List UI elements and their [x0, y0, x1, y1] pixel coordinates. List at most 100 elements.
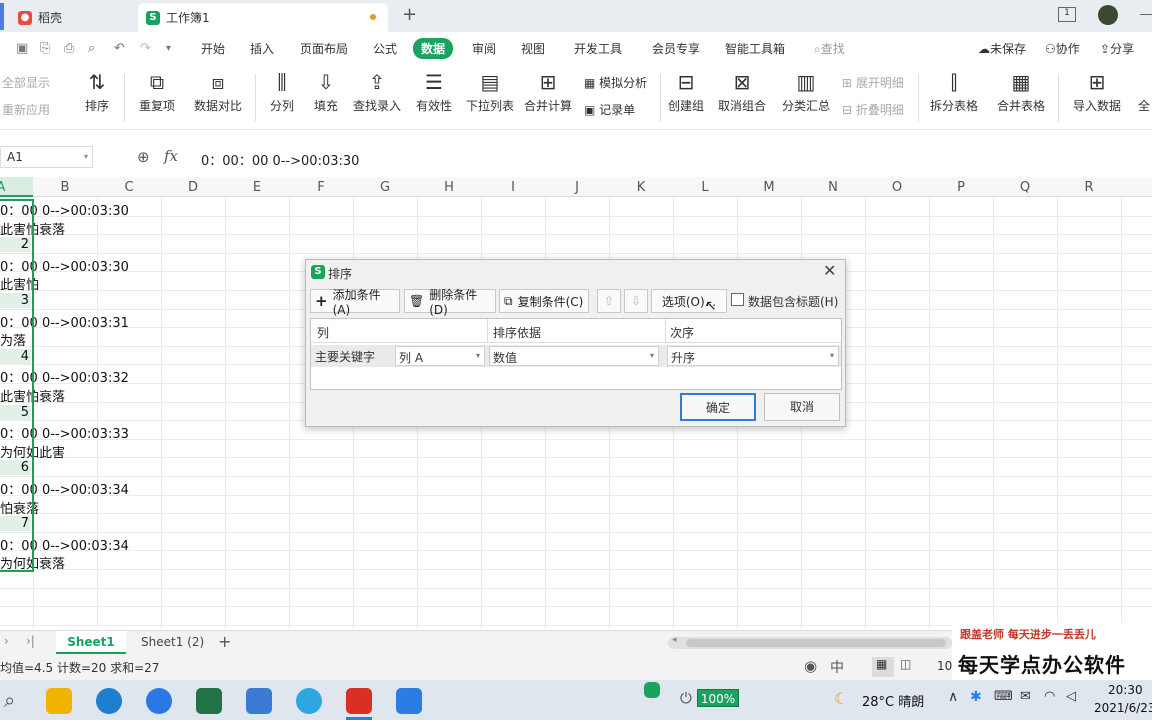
column-header-i[interactable]: I	[481, 180, 545, 195]
unsaved-button[interactable]: ☁未保存	[978, 40, 1026, 57]
clock-date[interactable]: 2021/6/23	[1094, 701, 1152, 715]
reapply-button[interactable]: 重新应用	[2, 101, 50, 118]
clock-time[interactable]: 20:30	[1108, 683, 1143, 697]
split-column-button[interactable]: ⫼ 分列	[265, 70, 299, 114]
expand-detail-button[interactable]: ⊞ 展开明细	[842, 74, 904, 91]
avatar[interactable]	[1098, 5, 1118, 25]
consolidate-button[interactable]: ⊞ 合并计算	[524, 70, 572, 114]
close-icon[interactable]: ✕	[823, 261, 836, 280]
formula-input[interactable]: 0：00：00 0-->00:03:30	[201, 150, 359, 169]
move-down-button[interactable]: ⇩	[624, 289, 648, 313]
search-icon[interactable]: ⌕	[4, 688, 15, 712]
show-all-button[interactable]: 全部显示	[2, 74, 50, 91]
weather-text[interactable]: 28°C 晴朗	[862, 691, 924, 710]
zoom-search-icon[interactable]: ⊕	[137, 148, 150, 166]
redo-icon[interactable]: ↷	[140, 41, 151, 56]
language-icon[interactable]: 中	[830, 657, 844, 677]
split-table-button[interactable]: ⫿ 拆分表格	[926, 70, 982, 114]
function-icon[interactable]: fx	[164, 147, 178, 165]
column-header-g[interactable]: G	[353, 180, 417, 195]
sort-button[interactable]: ⇅ 排序	[80, 70, 114, 114]
last-sheet-icon[interactable]: ›|	[26, 634, 35, 648]
ie-browser-icon[interactable]	[296, 688, 322, 714]
wps-icon[interactable]	[346, 688, 372, 714]
collapse-detail-button[interactable]: ⊟ 折叠明细	[842, 101, 904, 118]
wifi-icon[interactable]: ◠	[1044, 689, 1055, 704]
column-header-q[interactable]: Q	[993, 180, 1057, 195]
dropdown-list-button[interactable]: ▤ 下拉列表	[466, 70, 514, 114]
add-sheet-button[interactable]: +	[218, 632, 231, 651]
preview-icon[interactable]: ⌕	[88, 41, 95, 56]
menu-formula[interactable]: 公式	[373, 40, 397, 57]
tab-workbook[interactable]: S 工作簿1	[138, 3, 388, 32]
name-box[interactable]: A1 ▾	[0, 146, 93, 168]
copy-condition-button[interactable]: ⧉ 复制条件(C)	[499, 289, 589, 313]
sheet-tab-sheet1[interactable]: Sheet1	[56, 631, 126, 654]
export-icon[interactable]: ⎘	[40, 41, 50, 56]
column-header-h[interactable]: H	[417, 180, 481, 195]
menu-view[interactable]: 视图	[521, 40, 545, 57]
menu-developer[interactable]: 开发工具	[574, 40, 622, 57]
sort-order-select[interactable]: 升序 ▾	[667, 346, 839, 366]
subtotal-button[interactable]: ▥ 分类汇总	[781, 70, 831, 114]
wps-tray-icon[interactable]	[644, 682, 660, 698]
save-icon[interactable]: ▣	[16, 41, 28, 56]
menu-home[interactable]: 开始	[201, 40, 225, 57]
import-data-button[interactable]: ⊞ 导入数据	[1069, 70, 1125, 114]
ribbon-more-button[interactable]: 全	[1136, 70, 1152, 114]
column-header-j[interactable]: J	[545, 180, 609, 195]
ok-button[interactable]: 确定	[680, 393, 756, 421]
edge-browser-icon[interactable]	[96, 688, 122, 714]
key-column-select[interactable]: 列 A ▾	[395, 346, 485, 366]
validation-button[interactable]: ☰ 有效性	[411, 70, 457, 114]
normal-view-button[interactable]: ▦	[872, 657, 894, 677]
excel-icon[interactable]	[196, 688, 222, 714]
app-star-icon[interactable]	[396, 688, 422, 714]
zoom-level[interactable]: 10	[937, 659, 952, 673]
merge-table-button[interactable]: ▦ 合并表格	[993, 70, 1049, 114]
file-explorer-icon[interactable]	[46, 688, 72, 714]
move-up-button[interactable]: ⇧	[597, 289, 621, 313]
what-if-button[interactable]: ▦ 模拟分析	[584, 74, 647, 91]
cancel-button[interactable]: 取消	[764, 393, 840, 421]
record-form-button[interactable]: ▣ 记录单	[584, 101, 635, 118]
print-icon[interactable]: ⎙	[64, 41, 74, 56]
column-header-b[interactable]: B	[33, 180, 97, 195]
scrollbar-thumb[interactable]	[686, 639, 946, 647]
column-header-f[interactable]: F	[289, 180, 353, 195]
tab-docer[interactable]: ● 稻壳	[10, 3, 136, 32]
sort-basis-select[interactable]: 数值 ▾	[489, 346, 659, 366]
column-header-l[interactable]: L	[673, 180, 737, 195]
new-tab-button[interactable]: +	[402, 4, 417, 25]
wechat-tray-icon[interactable]: ✉	[1020, 689, 1031, 704]
column-header-n[interactable]: N	[801, 180, 865, 195]
column-header-p[interactable]: P	[929, 180, 993, 195]
menu-page-layout[interactable]: 页面布局	[300, 40, 348, 57]
eye-protect-icon[interactable]: ◉	[804, 657, 817, 675]
menu-review[interactable]: 审阅	[472, 40, 496, 57]
header-checkbox[interactable]	[731, 293, 744, 306]
column-header-r[interactable]: R	[1057, 180, 1121, 195]
undo-icon[interactable]: ↶	[114, 41, 125, 56]
customize-icon[interactable]: ▾	[166, 43, 171, 54]
fill-button[interactable]: ⇩ 填充	[309, 70, 343, 114]
create-group-button[interactable]: ⊟ 创建组	[668, 70, 704, 114]
add-condition-button[interactable]: + 添加条件(A)	[310, 288, 400, 317]
page-view-icon[interactable]: ◫	[900, 657, 911, 671]
share-button[interactable]: ⇪分享	[1100, 40, 1134, 57]
duplicates-button[interactable]: ⧉ 重复项	[134, 70, 180, 114]
column-header-o[interactable]: O	[865, 180, 929, 195]
scroll-left-icon[interactable]: ◂	[672, 635, 677, 645]
app-tray-icon[interactable]: ✱	[970, 689, 982, 705]
compare-button[interactable]: ⧈ 数据对比	[189, 70, 247, 114]
lookup-entry-button[interactable]: ⇪ 查找录入	[353, 70, 401, 114]
ungroup-button[interactable]: ⊠ 取消组合	[713, 70, 771, 114]
mail-icon[interactable]	[246, 688, 272, 714]
volume-icon[interactable]: ◁	[1066, 689, 1076, 704]
menu-data[interactable]: 数据	[413, 38, 454, 59]
column-header-k[interactable]: K	[609, 180, 673, 195]
column-header-a[interactable]: A	[0, 180, 33, 195]
column-header-c[interactable]: C	[97, 180, 161, 195]
prev-sheet-icon[interactable]: ›	[4, 634, 9, 648]
search-box[interactable]: ⌕查找	[814, 40, 845, 57]
